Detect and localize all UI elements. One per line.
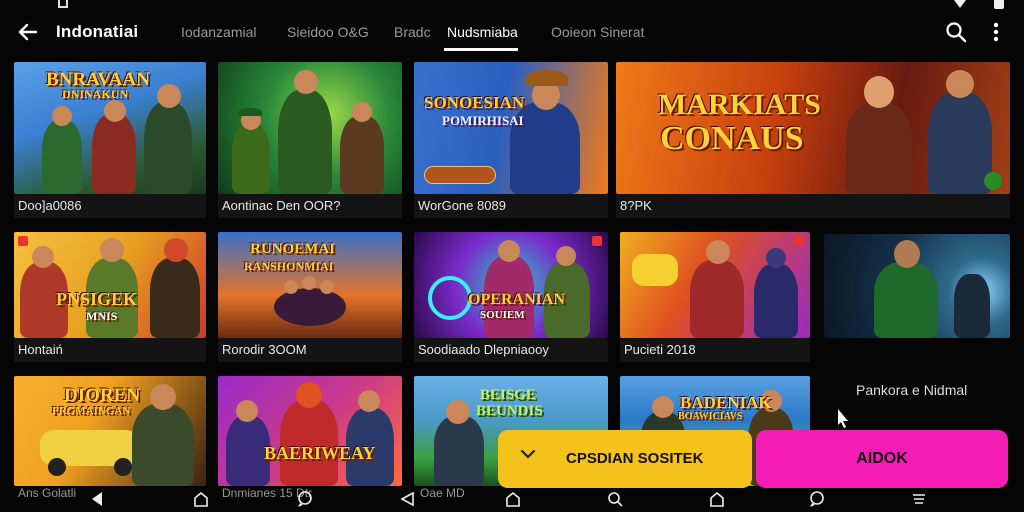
chat-icon[interactable] [296,490,314,508]
game-title: Aontinac Den OOR? [218,194,402,218]
game-card[interactable]: DIOREN PRGMAINGAN [14,376,206,486]
game-card[interactable]: BAERIWEAY [218,376,402,486]
game-card[interactable]: RUNOEMAI RANSHONMIAI Rorodir 3OOM [218,232,402,362]
more-vertical-icon[interactable] [986,20,1006,44]
notification-icon [58,0,68,8]
game-thumbnail: RUNOEMAI RANSHONMIAI [218,232,402,338]
game-card[interactable]: Aontinac Den OOR? [218,62,402,218]
search-small-icon[interactable] [606,490,624,508]
game-thumbnail [824,234,1010,338]
chat-outline-icon[interactable] [808,490,826,508]
cursor-icon [838,409,848,428]
primary-action-label: CPSDIAN SOSITEK [566,450,704,467]
game-title: Hontaiń [14,338,206,362]
game-title: WorGone 8089 [414,194,608,218]
game-thumbnail [218,62,402,194]
game-thumbnail: BAERIWEAY [218,376,402,486]
app-bar: Indonatiai Iodanzamial Sieidoo O&G Bradc… [0,12,1024,54]
home-icon[interactable] [192,490,210,508]
home-outline-icon[interactable] [504,490,522,508]
game-thumbnail: DIOREN PRGMAINGAN [14,376,206,486]
back-triangle-icon[interactable] [88,490,106,508]
signal-icon [954,0,966,8]
game-thumbnail: PNSIGEK MNIS [14,232,206,338]
game-card[interactable]: SONOESIAN POMIRHISAI WorGone 8089 [414,62,608,218]
side-label: Pankora e Nidmal [856,382,968,398]
game-card[interactable]: BNRAVAAN DNINAKUN Doo]a0086 [14,62,206,218]
tab-sieidoo[interactable]: Sieidoo O&G [287,24,369,40]
game-title: Doo]a0086 [14,194,206,218]
game-card[interactable] [824,234,1010,338]
tab-nudsmiaba[interactable]: Nudsmiaba [447,24,518,40]
back-outline-icon[interactable] [398,490,416,508]
navigation-bar [0,486,1024,512]
game-card[interactable]: PNSIGEK MNIS Hontaiń [14,232,206,362]
menu-lines-icon[interactable] [910,490,928,508]
game-thumbnail: MARKIATS CONAUS [616,62,1010,194]
game-title: Soodiaado Dlepniaooy [414,338,608,362]
chevron-down-icon [520,449,536,459]
game-card[interactable]: OPERANIAN SOUIEM Soodiaado Dlepniaooy [414,232,608,362]
tab-iodanzamial[interactable]: Iodanzamial [181,24,257,40]
game-thumbnail: SONOESIAN POMIRHISAI [414,62,608,194]
status-bar [0,0,1024,12]
game-title: Rorodir 3OOM [218,338,402,362]
game-title: Pucieti 2018 [620,338,810,362]
game-thumbnail: BNRAVAAN DNINAKUN [14,62,206,194]
game-card[interactable]: MARKIATS CONAUS 8?PK [616,62,1010,218]
active-tab-indicator [444,48,518,51]
game-thumbnail [620,232,810,338]
secondary-action-button[interactable]: AIDOK [756,430,1008,488]
game-card[interactable]: Pucieti 2018 [620,232,810,362]
game-thumbnail: OPERANIAN SOUIEM [414,232,608,338]
tab-ooieon-sinerat[interactable]: Ooieon Sinerat [551,24,644,40]
game-title: 8?PK [616,194,1010,218]
page-title: Indonatiai [56,22,139,41]
search-icon[interactable] [944,20,968,44]
battery-icon [994,0,1004,9]
arrow-left-icon[interactable] [16,20,40,44]
tab-bradc[interactable]: Bradc [394,24,431,40]
house-icon[interactable] [708,490,726,508]
primary-action-button[interactable]: CPSDIAN SOSITEK [498,430,752,488]
